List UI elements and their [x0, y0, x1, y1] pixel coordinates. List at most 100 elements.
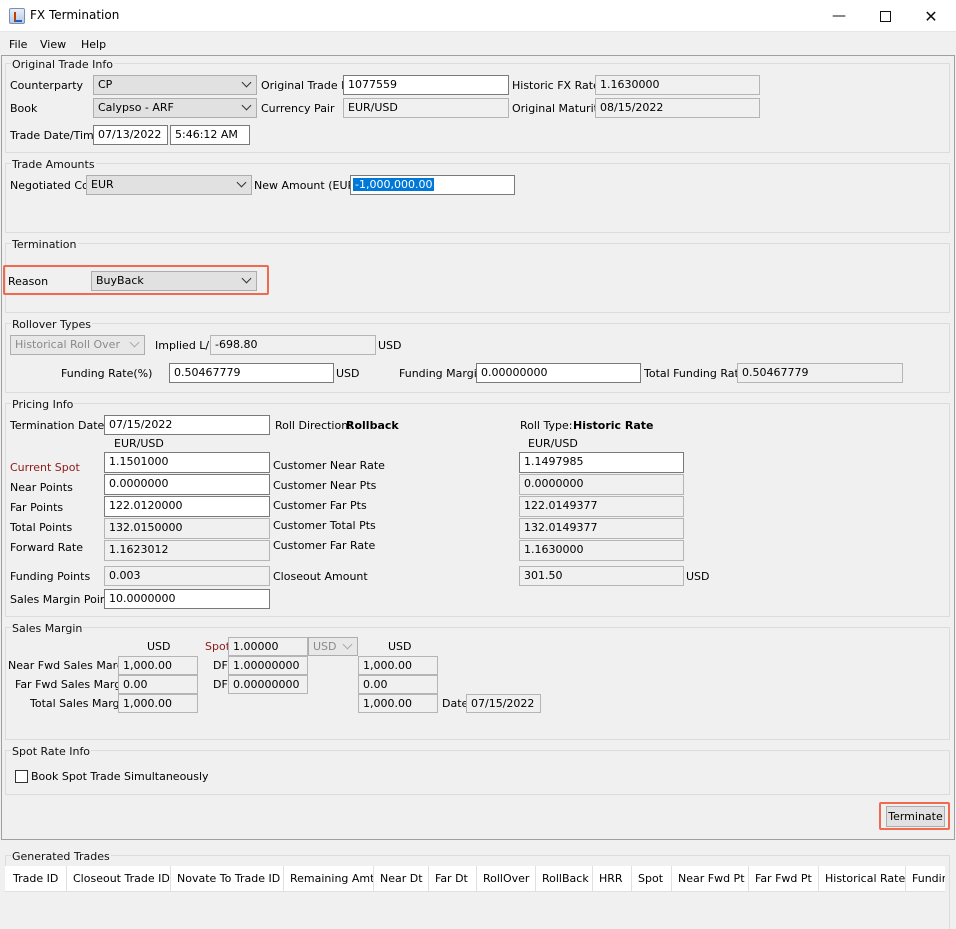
funding-rate-ccy: USD — [336, 367, 360, 380]
funding-points-field: 0.003 — [104, 566, 270, 586]
column-near-fwd-pt[interactable]: Near Fwd Pt — [672, 866, 749, 892]
terminate-button[interactable]: Terminate — [886, 806, 945, 827]
column-novate-to-trade-id[interactable]: Novate To Trade ID — [171, 866, 284, 892]
near-df-field: 1.00000000 — [228, 656, 308, 675]
book-spot-trade-checkbox[interactable] — [15, 770, 28, 783]
chevron-down-icon — [241, 273, 252, 284]
original-maturity-label: Original Maturity — [512, 102, 605, 115]
closeout-ccy: USD — [686, 570, 710, 583]
column-rollback[interactable]: RollBack — [536, 866, 593, 892]
trade-datetime-label: Trade Date/Time — [10, 129, 101, 142]
reason-label: Reason — [8, 275, 49, 288]
column-far-fwd-pt[interactable]: Far Fwd Pt — [749, 866, 819, 892]
far-fwd-sales-margin-field: 0.00 — [118, 675, 198, 694]
original-maturity-field: 08/15/2022 — [595, 98, 760, 118]
roll-type-label: Roll Type: — [520, 419, 573, 432]
roll-type-select: Historical Roll Over — [10, 335, 145, 355]
sales-margin-ccy-right: USD — [388, 640, 412, 653]
negotiated-ccy-label: Negotiated Ccy — [10, 179, 95, 192]
menu-file[interactable]: File — [9, 38, 27, 51]
original-trade-id-field[interactable]: 1077559 — [343, 75, 509, 95]
sales-margin-title: Sales Margin — [11, 622, 84, 635]
column-trade-id[interactable]: Trade ID — [7, 866, 67, 892]
trade-amounts-title: Trade Amounts — [11, 158, 96, 171]
title-bar — [0, 0, 956, 32]
rollover-types-title: Rollover Types — [11, 318, 93, 331]
funding-margin-field[interactable]: 0.00000000 — [476, 363, 641, 383]
generated-trades-table-body — [5, 892, 945, 929]
spot-field: 1.00000 — [228, 637, 308, 656]
trade-date-field[interactable]: 07/13/2022 — [93, 125, 168, 145]
total-points-field: 132.0150000 — [104, 518, 270, 539]
column-historical-rate[interactable]: Historical Rate — [819, 866, 906, 892]
near-df-label: DF — [213, 659, 228, 672]
total-sales-margin-label: Total Sales Margin — [30, 697, 130, 710]
currency-pair-label: Currency Pair — [261, 102, 335, 115]
negotiated-ccy-value: EUR — [91, 178, 114, 191]
forward-rate-field: 1.1623012 — [104, 540, 270, 561]
column-hrr[interactable]: HRR — [593, 866, 632, 892]
roll-type-value: Historic Rate — [573, 419, 654, 432]
column-remaining-amt[interactable]: Remaining Amt — [284, 866, 374, 892]
column-near-dt[interactable]: Near Dt — [374, 866, 429, 892]
forward-rate-label: Forward Rate — [10, 541, 83, 554]
negotiated-ccy-select[interactable]: EUR — [86, 175, 252, 195]
maximize-icon[interactable] — [862, 0, 908, 32]
menu-help[interactable]: Help — [81, 38, 106, 51]
far-points-field[interactable]: 122.0120000 — [104, 496, 270, 517]
column-funding[interactable]: Fundin — [906, 866, 945, 892]
original-trade-id-label: Original Trade ID — [261, 79, 353, 92]
customer-near-rate-field[interactable]: 1.1497985 — [519, 452, 684, 473]
closeout-amount-label: Closeout Amount — [273, 570, 368, 583]
column-far-dt[interactable]: Far Dt — [429, 866, 477, 892]
book-label: Book — [10, 102, 38, 115]
termination-date-label: Termination Date — [10, 419, 105, 432]
column-closeout-trade-id[interactable]: Closeout Trade ID — [67, 866, 171, 892]
book-spot-trade-label: Book Spot Trade Simultaneously — [31, 770, 209, 783]
sales-margin-points-field[interactable]: 10.0000000 — [104, 589, 270, 609]
window-title: FX Termination — [30, 8, 120, 22]
column-spot[interactable]: Spot — [632, 866, 672, 892]
roll-direction-value: Rollback — [346, 419, 399, 432]
book-select[interactable]: Calypso - ARF — [93, 98, 257, 118]
current-spot-field[interactable]: 1.1501000 — [104, 452, 270, 473]
pricing-info-title: Pricing Info — [11, 398, 75, 411]
chevron-down-icon — [241, 100, 252, 111]
close-icon[interactable]: ✕ — [908, 0, 954, 32]
counterparty-value: CP — [98, 78, 113, 91]
minimize-icon[interactable]: — — [816, 0, 862, 32]
sales-margin-date-field: 07/15/2022 — [466, 694, 541, 713]
spot-label: Spot — [205, 640, 231, 653]
menu-view[interactable]: View — [40, 38, 66, 51]
total-funding-rate-label: Total Funding Rate — [644, 367, 746, 380]
original-trade-info-title: Original Trade Info — [11, 58, 114, 71]
customer-far-pts-field: 122.0149377 — [519, 496, 684, 517]
customer-far-rate-label: Customer Far Rate — [273, 539, 376, 552]
app-icon — [9, 8, 25, 24]
generated-trades-title: Generated Trades — [11, 850, 111, 863]
near-points-label: Near Points — [10, 481, 73, 494]
new-amount-field[interactable]: -1,000,000.00 — [350, 175, 515, 195]
total-points-label: Total Points — [10, 521, 73, 534]
historic-fx-rate-field: 1.1630000 — [595, 75, 760, 95]
counterparty-select[interactable]: CP — [93, 75, 257, 95]
customer-far-rate-field: 1.1630000 — [519, 540, 684, 561]
trade-time-field[interactable]: 5:46:12 AM — [170, 125, 250, 145]
customer-total-pts-label: Customer Total Pts — [273, 519, 376, 532]
funding-margin-label: Funding Margin — [399, 367, 484, 380]
implied-ld-label: Implied L/D — [155, 339, 218, 352]
termination-date-field[interactable]: 07/15/2022 — [104, 415, 270, 435]
funding-rate-field[interactable]: 0.50467779 — [169, 363, 334, 383]
reason-select[interactable]: BuyBack — [91, 271, 257, 291]
near-points-field[interactable]: 0.0000000 — [104, 474, 270, 495]
total-sales-margin-field: 1,000.00 — [118, 694, 198, 713]
chevron-down-icon — [129, 337, 140, 348]
roll-direction-label: Roll Direction: — [275, 419, 352, 432]
termination-title: Termination — [11, 238, 78, 251]
counterparty-label: Counterparty — [10, 79, 84, 92]
currency-pair-field: EUR/USD — [343, 98, 509, 118]
far-df-label: DF — [213, 678, 228, 691]
customer-near-rate-label: Customer Near Rate — [273, 459, 385, 472]
column-rollover[interactable]: RollOver — [477, 866, 536, 892]
far-points-label: Far Points — [10, 501, 64, 514]
